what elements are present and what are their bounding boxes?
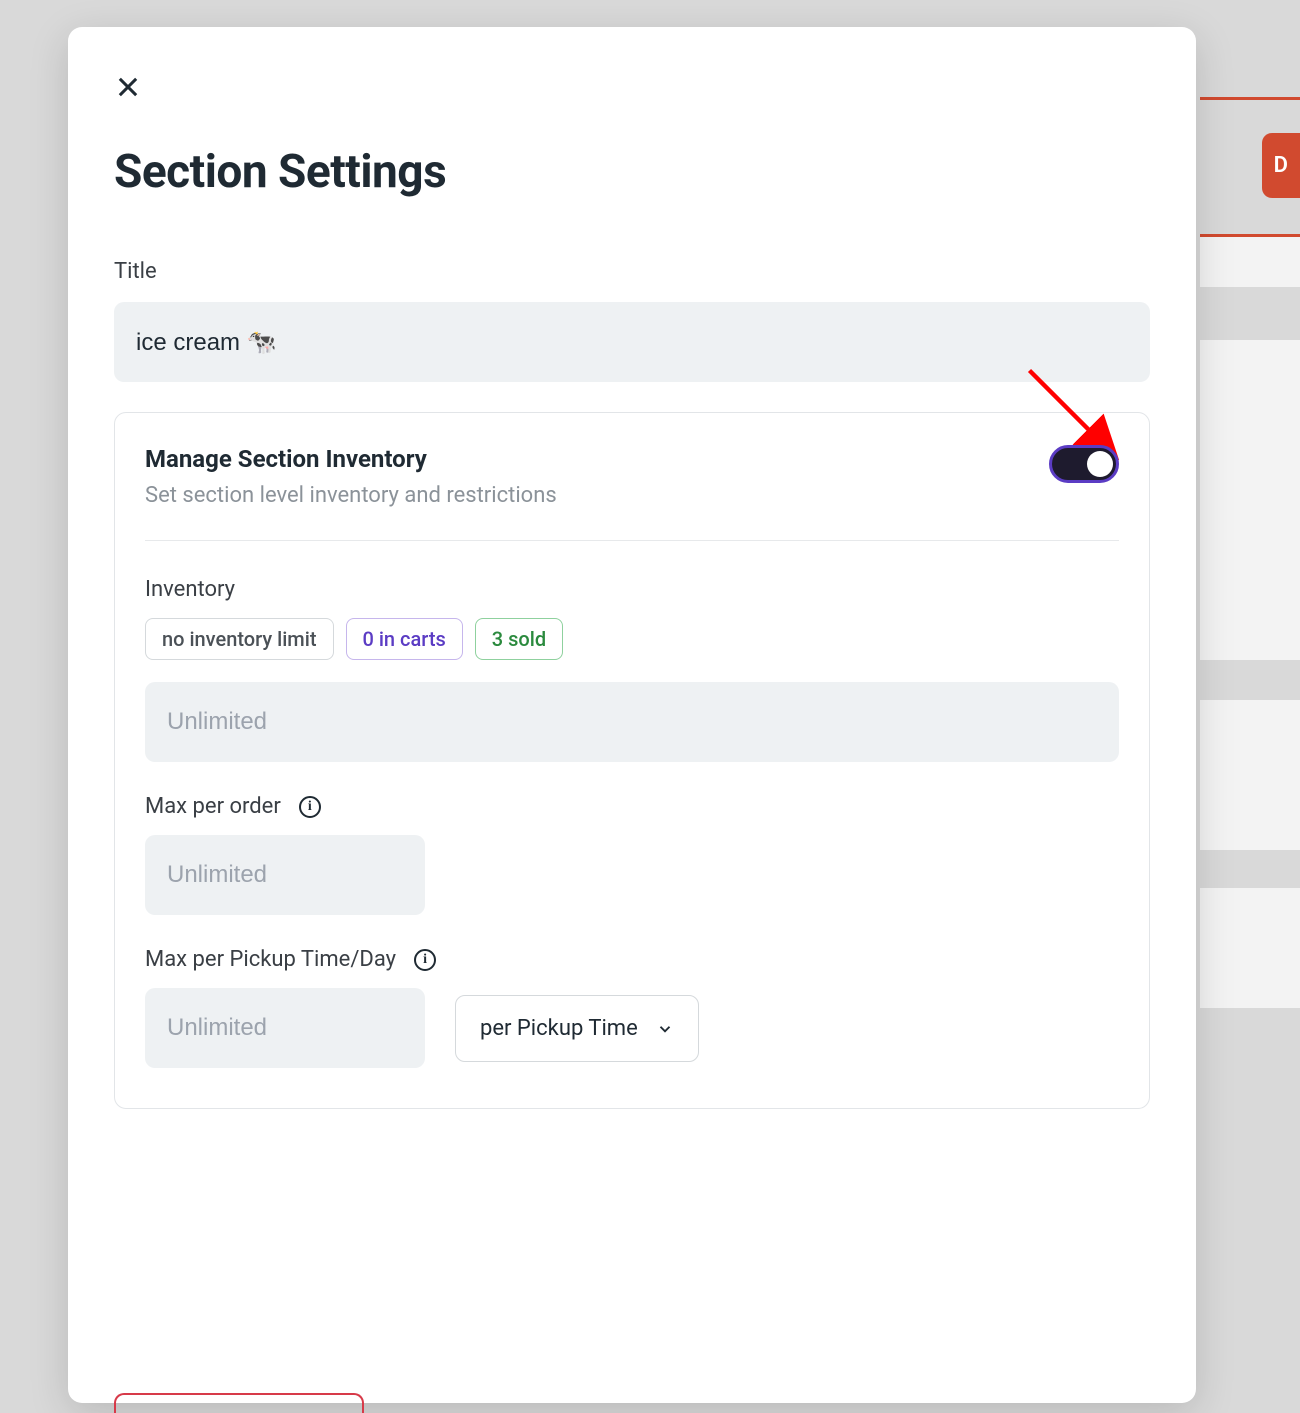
chevron-down-icon xyxy=(656,1019,674,1037)
max-per-pickup-input[interactable] xyxy=(145,988,425,1068)
modal-title: Section Settings xyxy=(114,145,1150,199)
info-icon[interactable]: i xyxy=(299,796,321,818)
section-settings-modal: Section Settings Title Manage Section In… xyxy=(68,27,1196,1403)
bg-primary-button[interactable]: D xyxy=(1262,133,1300,198)
max-per-order-label: Max per order xyxy=(145,794,281,819)
title-input[interactable] xyxy=(114,302,1150,382)
pickup-period-value: per Pickup Time xyxy=(480,1016,638,1041)
bg-strip xyxy=(1200,237,1300,287)
close-icon[interactable] xyxy=(114,73,142,105)
inventory-label: Inventory xyxy=(145,577,1119,602)
inventory-panel: Manage Section Inventory Set section lev… xyxy=(114,412,1150,1109)
bg-divider-top xyxy=(1200,97,1300,100)
max-per-pickup-label: Max per Pickup Time/Day xyxy=(145,947,396,972)
inventory-input[interactable] xyxy=(145,682,1119,762)
inventory-toggle[interactable] xyxy=(1049,445,1119,483)
pickup-period-select[interactable]: per Pickup Time xyxy=(455,995,699,1062)
inventory-tags: no inventory limit 0 in carts 3 sold xyxy=(145,618,1119,660)
tag-in-carts: 0 in carts xyxy=(346,618,463,660)
delete-button[interactable] xyxy=(114,1393,364,1413)
bg-strip xyxy=(1200,700,1300,850)
max-per-order-input[interactable] xyxy=(145,835,425,915)
tag-sold: 3 sold xyxy=(475,618,563,660)
title-label: Title xyxy=(114,259,1150,284)
bg-strip xyxy=(1200,340,1300,660)
bg-strip xyxy=(1200,888,1300,1008)
inventory-panel-title: Manage Section Inventory xyxy=(145,445,1049,473)
info-icon[interactable]: i xyxy=(414,949,436,971)
inventory-panel-desc: Set section level inventory and restrict… xyxy=(145,483,1049,508)
tag-no-limit: no inventory limit xyxy=(145,618,334,660)
